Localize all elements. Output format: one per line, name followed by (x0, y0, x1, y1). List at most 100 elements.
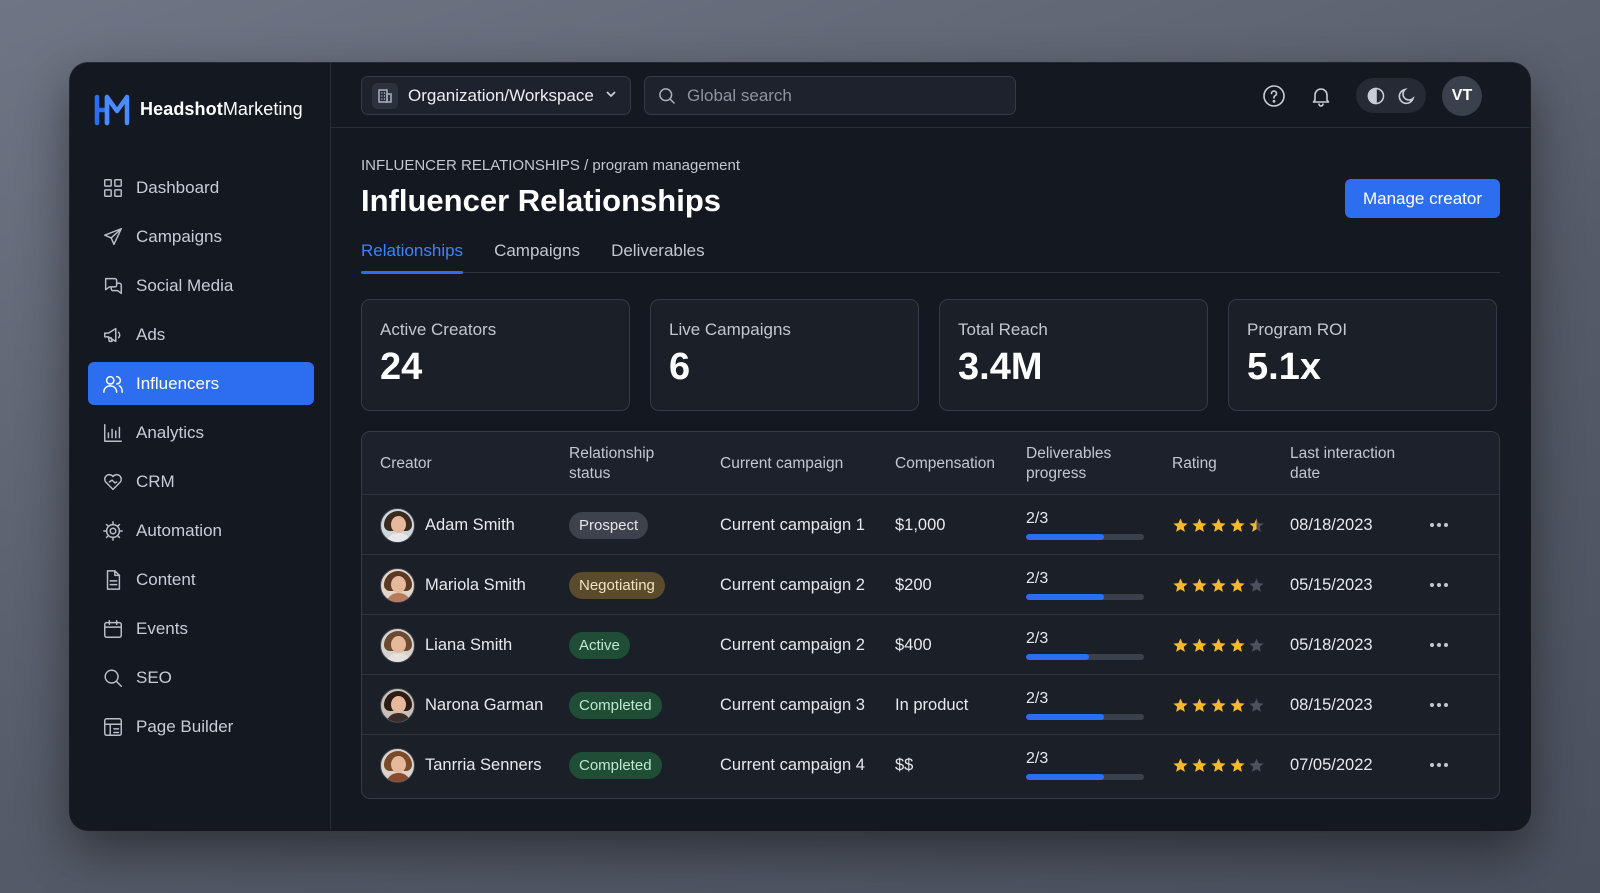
status-cell: Negotiating (569, 555, 665, 615)
progress-bar-fill (1026, 654, 1089, 660)
row-actions[interactable] (1430, 675, 1448, 735)
progress-bar-fill (1026, 774, 1104, 780)
status-badge: Prospect (569, 511, 649, 539)
creator-name: Mariola Smith (425, 575, 526, 594)
avatar (380, 687, 415, 723)
date-cell: 05/18/2023 (1290, 635, 1373, 654)
avatar (380, 567, 415, 603)
more-options-icon[interactable] (1430, 703, 1448, 707)
star-icon (1211, 517, 1226, 532)
row-actions[interactable] (1430, 495, 1448, 555)
status-badge: Completed (569, 691, 662, 719)
creator-cell[interactable]: Tanrria Senners (380, 735, 541, 795)
table-row[interactable]: Mariola Smith Negotiating Current campai… (362, 555, 1499, 615)
column-header-campaign[interactable]: Current campaign (720, 432, 870, 495)
star-icon (1230, 697, 1245, 712)
layout-icon (104, 717, 122, 736)
stat-value: 24 (380, 346, 423, 388)
sidebar-item-seo[interactable]: SEO (88, 656, 314, 699)
creator-cell[interactable]: Adam Smith (380, 495, 515, 555)
sidebar-item-social-media[interactable]: Social Media (88, 264, 314, 307)
contrast-icon[interactable] (1363, 83, 1389, 109)
table-row[interactable]: Tanrria Senners Completed Current campai… (362, 735, 1499, 795)
creator-name: Liana Smith (425, 635, 513, 654)
creators-table: Creator Relationship status Current camp… (361, 431, 1500, 799)
progress-bar (1026, 594, 1144, 600)
campaign-cell[interactable]: Current campaign 3 (720, 675, 865, 735)
sidebar-item-label: Influencers (136, 373, 220, 393)
row-actions[interactable] (1430, 555, 1448, 615)
logo-icon (94, 94, 130, 126)
tab-deliverables[interactable]: Deliverables (611, 241, 705, 273)
stat-value: 6 (669, 346, 691, 388)
star-icon (1192, 517, 1207, 532)
creator-cell[interactable]: Liana Smith (380, 615, 512, 675)
column-header-last-interaction[interactable]: Last interaction date (1290, 432, 1420, 495)
progress-label: 2/3 (1026, 570, 1049, 587)
sidebar-item-analytics[interactable]: Analytics (88, 411, 314, 454)
tab-relationships[interactable]: Relationships (361, 241, 464, 274)
tab-campaigns[interactable]: Campaigns (494, 241, 580, 273)
help-icon[interactable] (1261, 83, 1287, 109)
brand-name: HeadshotMarketing (140, 98, 303, 119)
gear-icon (103, 520, 123, 541)
creator-cell[interactable]: Mariola Smith (380, 555, 526, 615)
status-badge: Completed (569, 751, 662, 779)
more-options-icon[interactable] (1430, 763, 1448, 767)
manage-creator-button[interactable]: Manage creator (1345, 179, 1500, 218)
sidebar-item-label: CRM (136, 471, 175, 491)
sidebar-item-events[interactable]: Events (88, 607, 314, 650)
sidebar-item-campaigns[interactable]: Campaigns (88, 215, 314, 258)
column-header-creator[interactable]: Creator (380, 432, 530, 495)
sidebar-item-content[interactable]: Content (88, 558, 314, 601)
column-header-rating[interactable]: Rating (1172, 432, 1262, 495)
table-row[interactable]: Liana Smith Active Current campaign 2 $4… (362, 615, 1499, 675)
row-actions[interactable] (1430, 615, 1448, 675)
more-options-icon[interactable] (1430, 643, 1448, 647)
more-options-icon[interactable] (1430, 523, 1448, 527)
campaign-cell[interactable]: Current campaign 4 (720, 735, 865, 795)
sidebar-item-influencers[interactable]: Influencers (88, 362, 314, 405)
stat-label: Live Campaigns (669, 320, 791, 339)
row-actions[interactable] (1430, 735, 1448, 795)
progress-bar (1026, 714, 1144, 720)
column-header-deliverables[interactable]: Deliverables progress (1026, 432, 1136, 495)
rating-cell (1172, 675, 1265, 735)
campaign-cell[interactable]: Current campaign 1 (720, 495, 865, 555)
user-avatar[interactable]: VT (1442, 76, 1482, 116)
star-rating (1172, 757, 1265, 774)
workspace-selector[interactable]: Organization/Workspace (361, 76, 631, 115)
top-bar: Organization/Workspace Global search VT (331, 63, 1530, 128)
campaign-cell[interactable]: Current campaign 2 (720, 615, 865, 675)
campaign-cell[interactable]: Current campaign 2 (720, 555, 865, 615)
search-input[interactable] (687, 85, 987, 106)
rating-cell (1172, 735, 1265, 795)
rating-cell (1172, 495, 1265, 555)
stat-card-live-campaigns: Live Campaigns 6 (650, 299, 919, 411)
stat-value: 5.1x (1247, 346, 1321, 388)
moon-icon[interactable] (1394, 83, 1420, 109)
tab-bar: Relationships Campaigns Deliverables (361, 241, 1500, 274)
megaphone-icon (104, 327, 121, 342)
stat-card-program-roi: Program ROI 5.1x (1228, 299, 1497, 411)
column-header-compensation[interactable]: Compensation (895, 432, 1015, 495)
avatar (380, 507, 415, 543)
brand-logo[interactable]: HeadshotMarketing (94, 91, 303, 127)
sidebar-item-ads[interactable]: Ads (88, 313, 314, 356)
more-options-icon[interactable] (1430, 583, 1448, 587)
table-row[interactable]: Narona Garman Completed Current campaign… (362, 675, 1499, 735)
sidebar-item-label: SEO (136, 667, 172, 687)
progress-label: 2/3 (1026, 510, 1049, 527)
sidebar-item-dashboard[interactable]: Dashboard (88, 166, 314, 209)
sidebar-item-page-builder[interactable]: Page Builder (88, 705, 314, 748)
table-row[interactable]: Adam Smith Prospect Current campaign 1 $… (362, 495, 1499, 555)
bell-icon[interactable] (1308, 83, 1334, 109)
column-header-status[interactable]: Relationship status (569, 432, 679, 495)
sidebar-item-automation[interactable]: Automation (88, 509, 314, 552)
status-cell: Active (569, 615, 630, 675)
rating-cell (1172, 615, 1265, 675)
creator-cell[interactable]: Narona Garman (380, 675, 543, 735)
sidebar-item-label: Analytics (136, 422, 205, 442)
theme-toggle[interactable] (1356, 78, 1426, 113)
sidebar-item-crm[interactable]: CRM (88, 460, 314, 503)
